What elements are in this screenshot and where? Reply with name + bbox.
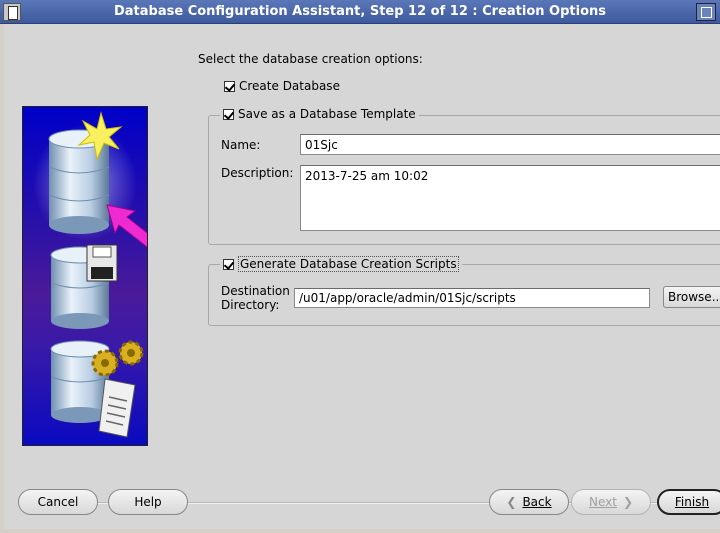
maximize-icon[interactable] — [696, 3, 716, 21]
instruction-text: Select the database creation options: — [198, 52, 423, 66]
chevron-right-icon: ❯ — [622, 495, 634, 509]
destination-label-line2: Directory: — [221, 298, 280, 312]
dialog-body: Select the database creation options: Cr… — [4, 24, 720, 529]
cancel-button-label: Cancel — [37, 495, 79, 509]
database-illustration — [33, 111, 147, 438]
next-button-label: Next — [588, 495, 617, 509]
cancel-button[interactable]: Cancel — [18, 489, 98, 515]
create-database-label: Create Database — [239, 79, 340, 93]
checkbox-check-icon — [223, 108, 234, 120]
template-description-field[interactable]: 2013-7-25 am 10:02 — [300, 165, 720, 231]
next-button[interactable]: Next ❯ — [571, 489, 651, 515]
destination-directory-field[interactable]: /u01/app/oracle/admin/01Sjc/scripts — [294, 288, 650, 308]
title-bar: Database Configuration Assistant, Step 1… — [0, 0, 720, 24]
back-button-label: Back — [522, 495, 552, 509]
checkbox-check-icon — [223, 258, 234, 270]
template-name-field[interactable]: 01Sjc — [300, 134, 720, 155]
save-template-checkbox[interactable]: Save as a Database Template — [220, 107, 419, 121]
floppy-disk-icon — [86, 244, 118, 282]
back-button[interactable]: ❮ Back — [489, 489, 569, 515]
create-database-checkbox[interactable]: Create Database — [224, 79, 340, 93]
checkbox-check-icon — [224, 80, 235, 92]
save-template-label: Save as a Database Template — [238, 107, 416, 121]
generate-scripts-label: Generate Database Creation Scripts — [238, 256, 459, 272]
help-button-label: Help — [134, 495, 162, 509]
destination-label-line1: Destination — [221, 284, 290, 298]
help-button[interactable]: Help — [108, 489, 188, 515]
template-name-label: Name: — [221, 138, 261, 152]
finish-button-label: Finish — [674, 495, 710, 509]
generate-scripts-checkbox[interactable]: Generate Database Creation Scripts — [220, 256, 462, 272]
destination-directory-label: Destination Directory: — [221, 284, 290, 312]
browse-button[interactable]: Browse... — [663, 286, 720, 308]
wizard-illustration — [22, 106, 148, 446]
pointer-arrow-icon — [106, 204, 147, 248]
chevron-left-icon: ❮ — [506, 495, 517, 509]
window-title: Database Configuration Assistant, Step 1… — [113, 4, 607, 19]
sql-scroll-icon — [98, 378, 136, 438]
template-description-label: Description: — [221, 166, 294, 180]
finish-button[interactable]: Finish — [657, 489, 720, 515]
